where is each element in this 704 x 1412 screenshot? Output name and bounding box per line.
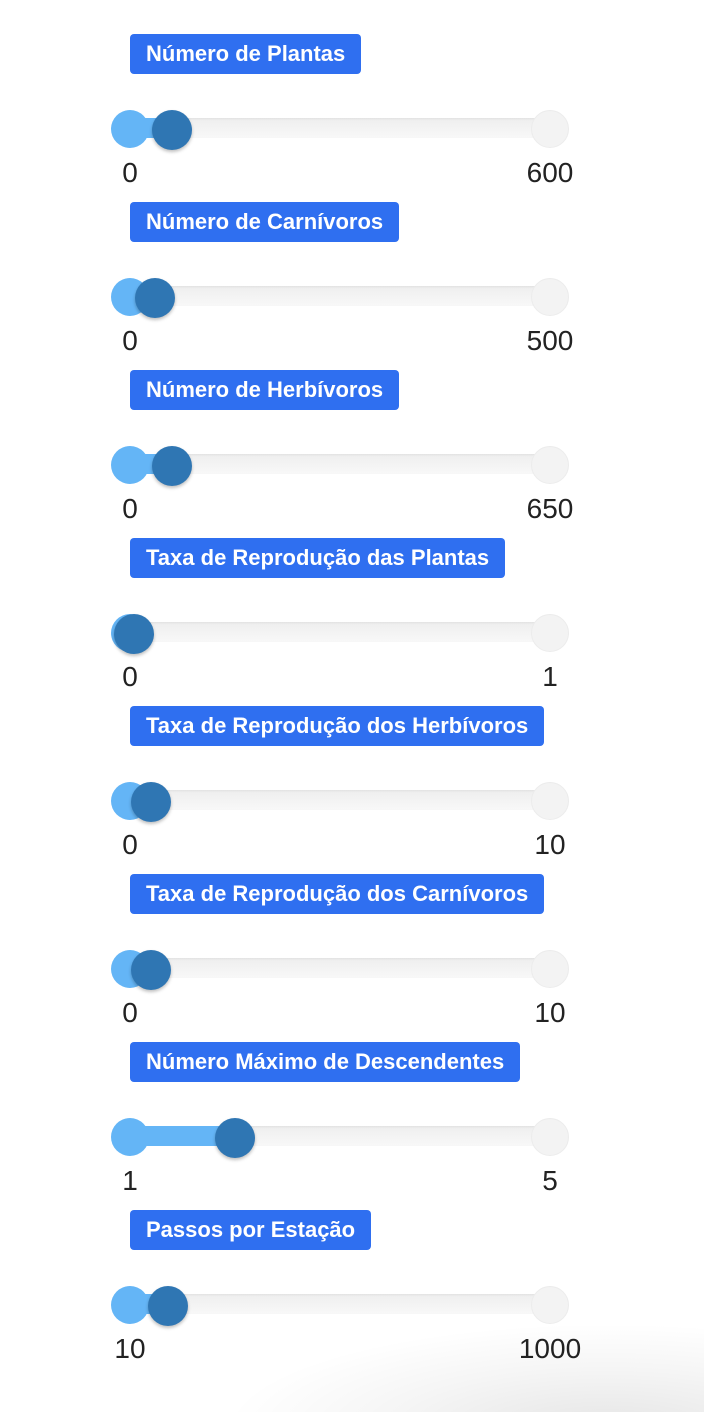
range-max-label: 500 [526,325,574,356]
slider-track[interactable] [130,118,550,138]
slider-max-handle [531,278,569,316]
slider-min-handle [111,1286,149,1324]
slider-group-herbivore-reproduction: Taxa de Reprodução dos Herbívoros 0 10 [0,706,704,874]
slider-label: Taxa de Reprodução das Plantas [130,538,506,578]
slider-thumb[interactable] [152,446,192,486]
slider-group-plant-reproduction: Taxa de Reprodução das Plantas 0 1 [0,538,704,706]
slider-label: Passos por Estação [130,1210,372,1250]
slider-label: Número de Herbívoros [130,370,400,410]
slider-thumb[interactable] [131,950,171,990]
slider-track[interactable] [130,286,550,306]
slider-min-handle [111,110,149,148]
range-max-label: 1 [542,661,558,692]
slider-min-handle [111,1118,149,1156]
range-min-label: 10 [114,1333,146,1364]
slider-label: Taxa de Reprodução dos Carnívoros [130,874,545,914]
range-max-label: 5 [542,1165,558,1196]
slider-track[interactable] [130,454,550,474]
slider-track[interactable] [130,1126,550,1146]
slider-group-carnivore-reproduction: Taxa de Reprodução dos Carnívoros 0 10 [0,874,704,1042]
slider-panel: Número de Plantas 0 600 Número de Carnív… [0,0,704,1412]
slider-track[interactable] [130,958,550,978]
slider-label: Taxa de Reprodução dos Herbívoros [130,706,545,746]
slider-thumb[interactable] [131,782,171,822]
slider-group-carnivores: Número de Carnívoros 0 500 [0,202,704,370]
slider-group-steps-per-season: Passos por Estação 10 1000 [0,1210,704,1378]
range-max-label: 1000 [518,1333,582,1364]
slider-group-plants: Número de Plantas 0 600 [0,34,704,202]
slider-label: Número de Carnívoros [130,202,400,242]
range-max-label: 10 [534,829,566,860]
range-max-label: 650 [526,493,574,524]
slider-max-handle [531,782,569,820]
slider-max-handle [531,1118,569,1156]
slider-track[interactable] [130,622,550,642]
slider-thumb[interactable] [215,1118,255,1158]
slider-max-handle [531,110,569,148]
range-max-label: 600 [526,157,574,188]
slider-max-handle [531,446,569,484]
range-min-label: 1 [122,1165,138,1196]
range-min-label: 0 [122,325,138,356]
slider-group-herbivores: Número de Herbívoros 0 650 [0,370,704,538]
range-min-label: 0 [122,997,138,1028]
range-min-label: 0 [122,493,138,524]
slider-group-max-offspring: Número Máximo de Descendentes 1 5 [0,1042,704,1210]
slider-thumb[interactable] [114,614,155,654]
slider-label: Número de Plantas [130,34,362,74]
slider-label: Número Máximo de Descendentes [130,1042,521,1082]
range-min-label: 0 [122,661,138,692]
slider-track[interactable] [130,1294,550,1314]
range-min-label: 0 [122,157,138,188]
slider-thumb[interactable] [147,1286,188,1326]
slider-thumb[interactable] [152,110,192,150]
range-max-label: 10 [534,997,566,1028]
range-min-label: 0 [122,829,138,860]
slider-track[interactable] [130,790,550,810]
slider-thumb[interactable] [135,278,176,318]
slider-max-handle [531,950,569,988]
slider-max-handle [531,1286,569,1324]
slider-max-handle [531,614,569,652]
slider-min-handle [111,446,149,484]
